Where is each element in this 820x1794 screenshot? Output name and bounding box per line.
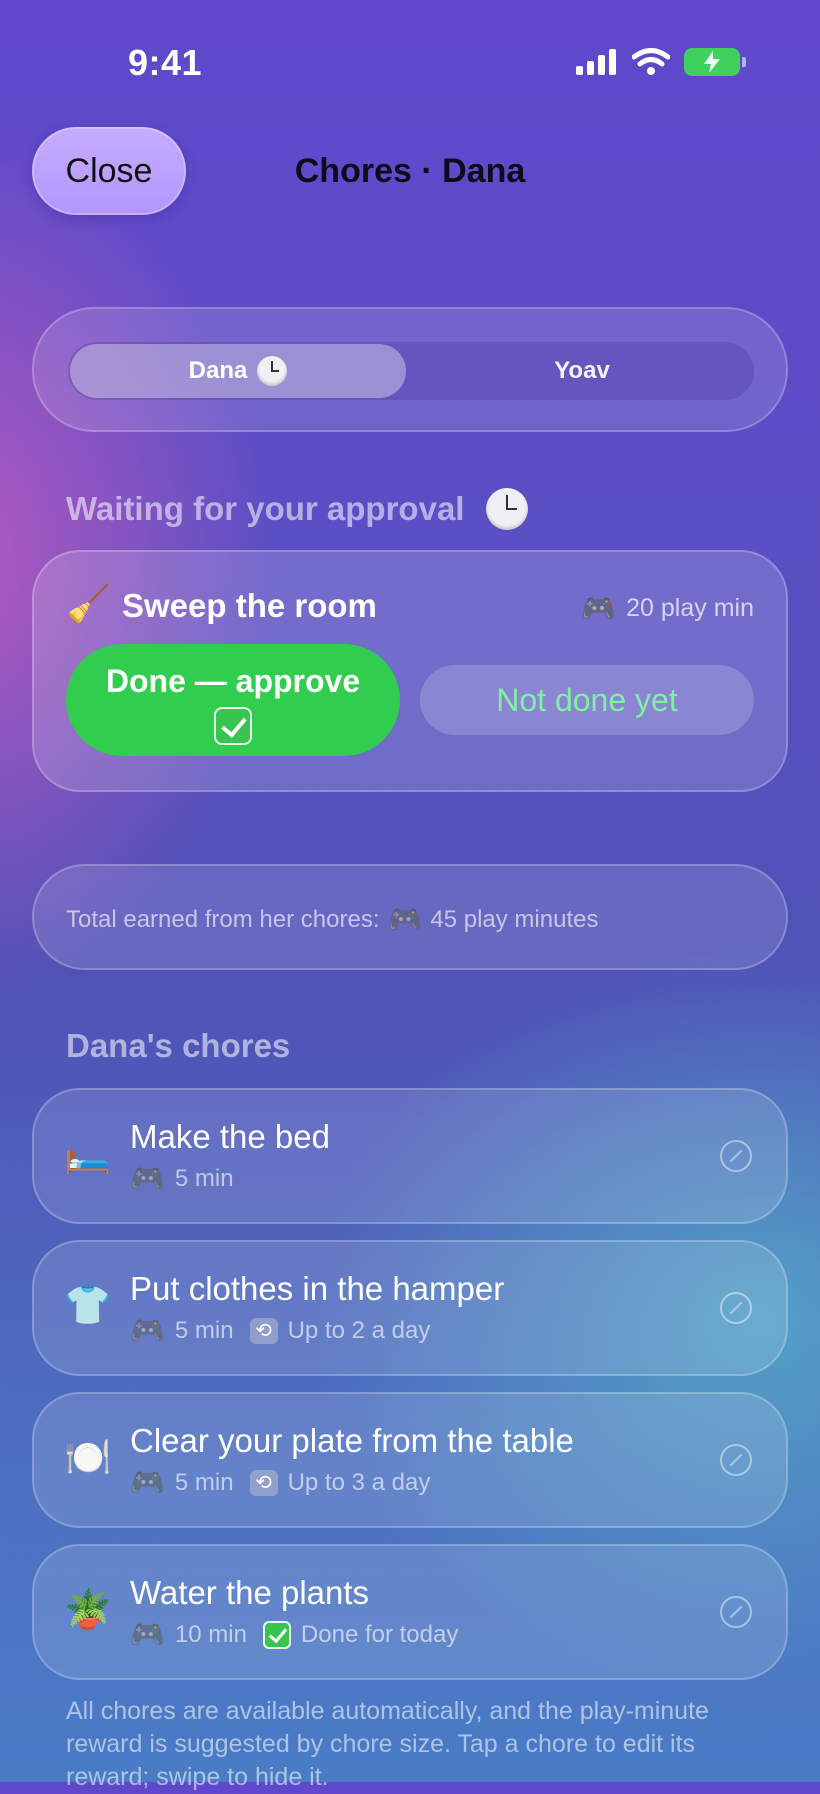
tab-dana[interactable]: Dana bbox=[70, 344, 406, 398]
check-icon bbox=[214, 706, 252, 745]
status-icons bbox=[576, 48, 746, 76]
chore-title: Clear your plate from the table bbox=[130, 1422, 574, 1459]
approve-button-label: Done — approve bbox=[105, 663, 361, 699]
wifi-icon bbox=[632, 48, 670, 75]
gamepad-icon: 🎮 bbox=[130, 1467, 165, 1498]
not-done-button[interactable]: Not done yet bbox=[420, 665, 754, 735]
signal-icon bbox=[576, 49, 616, 75]
chore-title: Make the bed bbox=[130, 1118, 330, 1155]
repeat-icon: ⟲ bbox=[249, 1469, 278, 1496]
tab-label: Dana bbox=[188, 357, 248, 384]
hide-icon[interactable] bbox=[720, 1292, 752, 1324]
clock-icon bbox=[257, 356, 288, 386]
chore-row[interactable] bbox=[32, 1392, 788, 1528]
battery-icon bbox=[684, 48, 746, 76]
approval-section-title: Waiting for your approval bbox=[66, 488, 529, 530]
chore-meta: 🎮 5 min bbox=[130, 1162, 234, 1195]
chore-meta: 🎮 5 min ⟲ Up to 3 a day bbox=[130, 1466, 430, 1499]
tab-label: Yoav bbox=[554, 357, 610, 384]
page-title: Chores · Dana bbox=[294, 152, 526, 190]
chore-row[interactable] bbox=[32, 1088, 788, 1224]
chore-limit: Up to 3 a day bbox=[287, 1468, 431, 1496]
broom-icon: 🧹 bbox=[66, 583, 111, 624]
chore-meta: 🎮 10 min Done for today bbox=[130, 1618, 458, 1651]
tab-yoav[interactable]: Yoav bbox=[410, 344, 754, 398]
approval-title-text: Waiting for your approval bbox=[66, 490, 465, 527]
check-icon bbox=[262, 1620, 291, 1649]
gamepad-icon: 🎮 bbox=[387, 904, 423, 935]
chores-section-title: Dana's chores bbox=[66, 1027, 291, 1064]
chore-title: Put clothes in the hamper bbox=[130, 1270, 505, 1307]
chore-status: Done for today bbox=[300, 1620, 459, 1648]
chore-meta: 🎮 5 min ⟲ Up to 2 a day bbox=[130, 1314, 430, 1347]
chore-reward: 10 min bbox=[174, 1620, 247, 1648]
gamepad-icon: 🎮 bbox=[130, 1315, 165, 1346]
total-earned-label: Total earned from her chores: bbox=[66, 905, 380, 933]
status-time: 9:41 bbox=[128, 42, 203, 83]
hide-icon[interactable] bbox=[720, 1444, 752, 1476]
plant-icon: 🪴 bbox=[64, 1589, 112, 1631]
total-earned: Total earned from her chores: 🎮 45 play … bbox=[66, 903, 598, 936]
approval-chore-name: Sweep the room bbox=[122, 587, 377, 624]
chore-limit: Up to 2 a day bbox=[287, 1316, 431, 1344]
hide-icon[interactable] bbox=[720, 1596, 752, 1628]
chore-reward: 5 min bbox=[174, 1164, 234, 1192]
approve-button[interactable]: Done — approve bbox=[66, 644, 400, 756]
chore-row[interactable] bbox=[32, 1240, 788, 1376]
repeat-icon: ⟲ bbox=[249, 1317, 278, 1344]
hide-icon[interactable] bbox=[720, 1140, 752, 1172]
approval-reward-text: 20 play min bbox=[626, 594, 754, 622]
gamepad-icon: 🎮 bbox=[581, 593, 617, 624]
approval-reward: 🎮 20 play min bbox=[581, 592, 754, 625]
shirt-icon: 👕 bbox=[64, 1285, 112, 1327]
total-earned-value: 45 play minutes bbox=[430, 905, 599, 933]
chore-title: Water the plants bbox=[130, 1574, 370, 1611]
chore-row[interactable] bbox=[32, 1544, 788, 1680]
gamepad-icon: 🎮 bbox=[130, 1163, 165, 1194]
chore-reward: 5 min bbox=[174, 1316, 234, 1344]
chore-reward: 5 min bbox=[174, 1468, 234, 1496]
footer-hint: All chores are available automatically, … bbox=[66, 1697, 709, 1791]
plate-icon: 🍽️ bbox=[64, 1437, 112, 1479]
clock-icon bbox=[486, 488, 529, 530]
gamepad-icon: 🎮 bbox=[130, 1619, 165, 1650]
bed-icon: 🛏️ bbox=[64, 1133, 112, 1175]
